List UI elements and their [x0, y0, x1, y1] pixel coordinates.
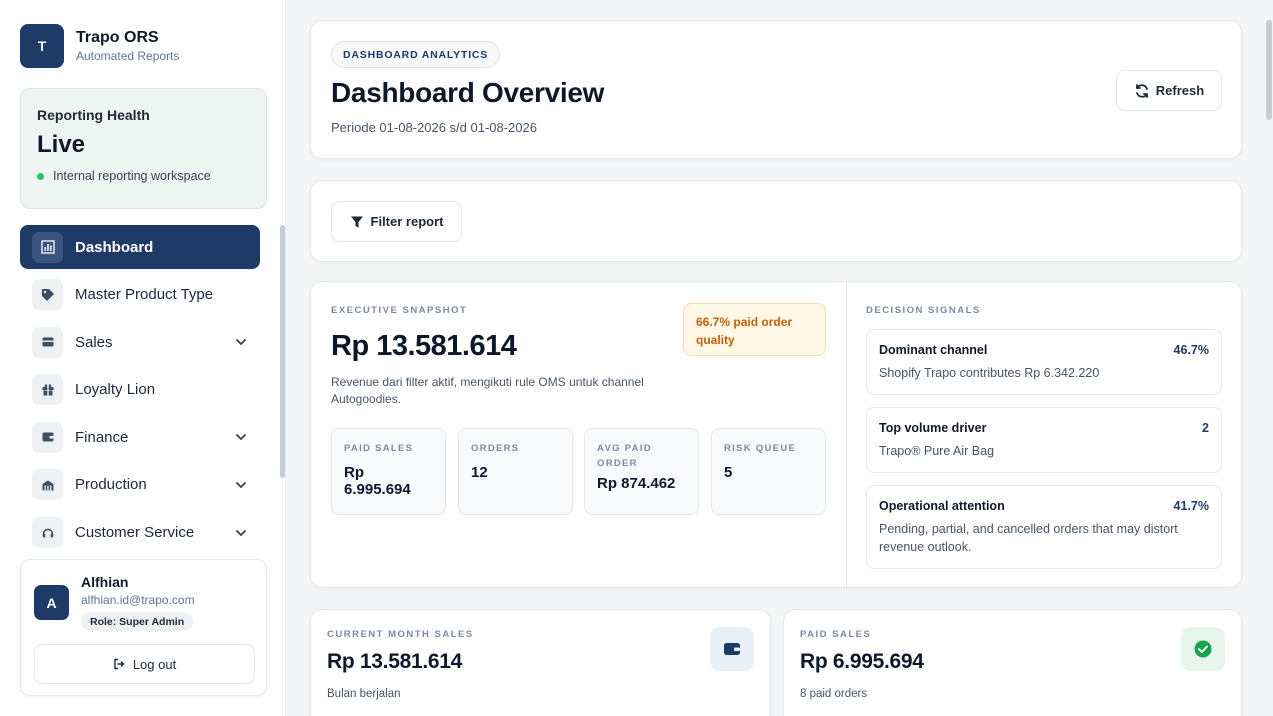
sidebar-item-label: Production: [75, 476, 147, 494]
brand-name: Trapo ORS: [76, 29, 159, 46]
filter-label: Filter report: [370, 214, 444, 229]
metric-value: 5: [724, 464, 733, 481]
check-circle-icon: [1181, 627, 1225, 671]
sidebar-nav: Dashboard Master Product Type Sales Loya…: [20, 225, 260, 558]
signal-title: Dominant channel: [879, 343, 988, 357]
stat-subtitle: 8 paid orders: [800, 688, 868, 700]
factory-icon: [32, 469, 63, 501]
snapshot-eyebrow: EXECUTIVE SNAPSHOT: [331, 305, 468, 316]
chart-icon: [32, 231, 63, 263]
signal-title: Operational attention: [879, 499, 1005, 513]
snapshot-value: Rp 13.581.614: [331, 330, 517, 362]
signal-description: Trapo® Pure Air Bag: [879, 444, 995, 458]
metric-avg-paid-order: AVG PAID ORDER Rp 874.462: [584, 428, 699, 515]
metric-label: PAID SALES: [344, 443, 414, 454]
status-dot-icon: [37, 172, 44, 180]
chevron-down-icon[interactable]: [234, 430, 248, 444]
paid-sales-card: PAID SALES Rp 6.995.694 8 paid orders: [783, 609, 1242, 716]
filter-card: Filter report: [310, 180, 1242, 262]
sidebar-item-label: Master Product Type: [75, 286, 214, 304]
chevron-down-icon[interactable]: [234, 335, 248, 349]
period-text: Periode 01-08-2026 s/d 01-08-2026: [331, 120, 537, 135]
logout-button[interactable]: Log out: [34, 644, 255, 684]
metric-label: RISK QUEUE: [724, 443, 797, 454]
chevron-down-icon[interactable]: [234, 526, 248, 540]
logout-icon: [114, 658, 125, 670]
sidebar-item-loyalty-lion[interactable]: Loyalty Lion: [20, 368, 260, 412]
card-icon: [32, 326, 63, 358]
metric-value: 12: [471, 464, 488, 481]
sidebar: T Trapo ORS Automated Reports Reporting …: [0, 0, 286, 716]
avatar[interactable]: A: [34, 585, 69, 620]
health-subtitle: Internal reporting workspace: [53, 169, 211, 183]
metric-value: Rp 6.995.694: [344, 464, 411, 498]
signal-top-volume-driver: Top volume driver 2 Trapo® Pure Air Bag: [866, 407, 1222, 473]
stat-eyebrow: PAID SALES: [800, 629, 872, 640]
current-month-sales-card: CURRENT MONTH SALES Rp 13.581.614 Bulan …: [310, 609, 771, 716]
sidebar-item-label: Dashboard: [75, 238, 154, 256]
section-tag: DASHBOARD ANALYTICS: [331, 41, 501, 68]
signal-dominant-channel: Dominant channel 46.7% Shopify Trapo con…: [866, 329, 1222, 395]
brand[interactable]: T Trapo ORS Automated Reports: [20, 24, 179, 68]
refresh-label: Refresh: [1155, 83, 1205, 98]
tag-icon: [32, 279, 63, 311]
paid-quality-badge: 66.7% paid order quality: [683, 303, 826, 356]
stat-value: Rp 6.995.694: [800, 650, 924, 673]
metric-risk-queue: RISK QUEUE 5: [711, 428, 826, 515]
wallet-icon: [32, 421, 63, 453]
metric-paid-sales: PAID SALES Rp 6.995.694: [331, 428, 446, 515]
sidebar-item-label: Sales: [75, 333, 113, 351]
signal-operational-attention: Operational attention 41.7% Pending, par…: [866, 485, 1222, 569]
sidebar-item-master-product-type[interactable]: Master Product Type: [20, 273, 260, 317]
refresh-button[interactable]: Refresh: [1116, 70, 1222, 111]
stat-value: Rp 13.581.614: [327, 650, 463, 673]
brand-subtitle: Automated Reports: [76, 49, 180, 63]
filter-icon: [350, 216, 363, 227]
metric-label: AVG PAID ORDER: [597, 443, 652, 469]
metric-value: Rp 874.462: [597, 475, 676, 492]
logout-label: Log out: [132, 656, 177, 672]
role-badge: Role: Super Admin: [81, 612, 194, 631]
signal-value: 46.7%: [1173, 343, 1209, 357]
snapshot-description: Revenue dari filter aktif, mengikuti rul…: [331, 375, 644, 406]
wallet-icon: [710, 627, 754, 671]
metric-orders: ORDERS 12: [458, 428, 573, 515]
brand-logo: T: [20, 24, 64, 68]
executive-snapshot-card: EXECUTIVE SNAPSHOT Rp 13.581.614 Revenue…: [310, 281, 1242, 588]
filter-report-button[interactable]: Filter report: [331, 201, 462, 242]
user-name: Alfhian: [81, 574, 129, 590]
refresh-icon: [1135, 83, 1148, 98]
page-scrollbar[interactable]: [1266, 20, 1272, 120]
sidebar-item-sales[interactable]: Sales: [20, 320, 260, 364]
signal-description: Shopify Trapo contributes Rp 6.342.220: [879, 366, 1100, 380]
signal-title: Top volume driver: [879, 421, 987, 435]
health-status: Live: [37, 131, 86, 158]
metric-label: ORDERS: [471, 443, 520, 454]
signal-value: 41.7%: [1173, 499, 1209, 513]
reporting-health-card: Reporting Health Live Internal reporting…: [20, 88, 267, 209]
health-title: Reporting Health: [37, 107, 150, 123]
sidebar-item-label: Customer Service: [75, 524, 195, 542]
sidebar-item-finance[interactable]: Finance: [20, 415, 260, 459]
gift-icon: [32, 374, 63, 406]
sidebar-item-customer-service[interactable]: Customer Service: [20, 511, 260, 555]
divider: [846, 282, 847, 587]
stat-eyebrow: CURRENT MONTH SALES: [327, 629, 474, 640]
sidebar-scrollbar[interactable]: [280, 225, 285, 478]
headset-icon: [32, 517, 63, 549]
sidebar-item-production[interactable]: Production: [20, 463, 260, 507]
stat-subtitle: Bulan berjalan: [327, 688, 401, 700]
sidebar-item-label: Loyalty Lion: [75, 381, 156, 399]
signal-description: Pending, partial, and cancelled orders t…: [879, 522, 1178, 554]
page-title: Dashboard Overview: [331, 77, 605, 108]
signal-value: 2: [1202, 421, 1209, 435]
sidebar-item-label: Finance: [75, 428, 129, 446]
user-email: alfhian.id@trapo.com: [81, 593, 195, 607]
chevron-down-icon[interactable]: [234, 478, 248, 492]
header-card: DASHBOARD ANALYTICS Dashboard Overview P…: [310, 20, 1242, 159]
user-card: A Alfhian alfhian.id@trapo.com Role: Sup…: [20, 559, 267, 696]
signals-eyebrow: DECISION SIGNALS: [866, 305, 981, 316]
sidebar-item-dashboard[interactable]: Dashboard: [20, 225, 260, 269]
